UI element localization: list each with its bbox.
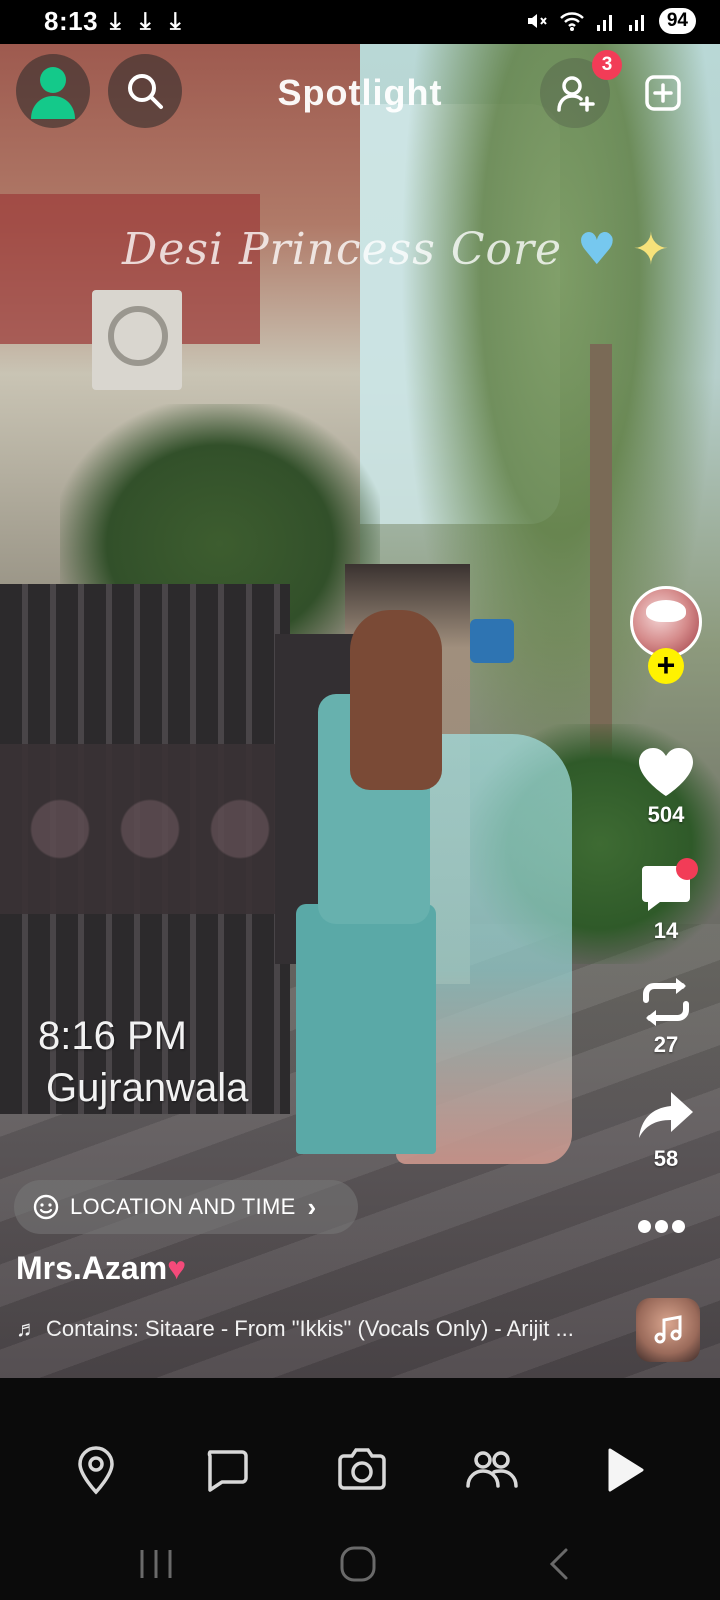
spotlight-video[interactable]: Desi Princess Core ♥ ✦ 8:16 PM Gujranwal…	[0, 44, 720, 1378]
add-square-icon	[645, 75, 681, 111]
comment-button[interactable]: 14	[630, 858, 702, 944]
download-icon: ⤓	[140, 8, 151, 35]
nav-chat[interactable]	[198, 1442, 254, 1498]
dot-icon	[655, 1220, 668, 1233]
add-friend-icon	[557, 76, 595, 112]
location-and-time-chip[interactable]: LOCATION AND TIME ›	[14, 1180, 358, 1234]
sound-thumbnail-button[interactable]	[636, 1298, 700, 1362]
video-planter	[470, 619, 514, 663]
signal-icon	[628, 15, 644, 31]
music-note-icon	[654, 1315, 682, 1344]
back-button[interactable]	[530, 1544, 590, 1584]
nav-stories[interactable]	[464, 1442, 520, 1498]
remix-button[interactable]: 27	[630, 976, 702, 1058]
wifi-icon	[560, 12, 584, 31]
like-button[interactable]: 504	[630, 746, 702, 828]
chat-icon	[207, 1450, 248, 1492]
share-count: 58	[653, 1146, 679, 1171]
mute-icon	[527, 14, 547, 28]
music-text: Contains: Sitaare - From "Ikkis" (Vocals…	[46, 1316, 574, 1341]
notification-badge: 3	[592, 50, 622, 80]
camera-icon	[338, 1448, 386, 1490]
video-woman-hair	[350, 610, 442, 790]
video-overlay-text: Desi Princess Core ♥ ✦	[122, 224, 670, 275]
music-note-icon: ♬	[16, 1316, 38, 1341]
follow-button[interactable]: +	[648, 648, 684, 684]
creator-username[interactable]: Mrs.Azam♥	[16, 1250, 186, 1287]
share-arrow-icon	[639, 1092, 693, 1138]
home-icon	[340, 1546, 376, 1582]
dot-icon	[638, 1220, 651, 1233]
recent-apps-icon	[140, 1550, 172, 1578]
bottom-navigation	[0, 1378, 720, 1528]
overlay-title-text: Desi Princess Core	[122, 224, 563, 275]
download-icon: ⤓	[170, 8, 181, 35]
blue-heart-icon: ♥	[577, 224, 618, 275]
system-navigation-bar	[0, 1528, 720, 1600]
nav-spotlight[interactable]	[596, 1442, 652, 1498]
dot-icon	[672, 1220, 685, 1233]
back-icon	[549, 1548, 568, 1580]
home-button[interactable]	[328, 1544, 388, 1584]
comment-unread-dot	[676, 858, 698, 880]
recent-apps-button[interactable]	[126, 1544, 186, 1584]
share-button[interactable]: 58	[630, 1090, 702, 1172]
spotlight-play-icon	[608, 1448, 644, 1492]
remix-icon	[643, 978, 689, 1026]
sticker-smile-icon	[33, 1194, 59, 1220]
status-icons: 94	[525, 8, 696, 34]
signal-icon	[596, 15, 612, 31]
create-button[interactable]	[628, 58, 698, 128]
status-time: 8:13	[44, 6, 99, 36]
creator-avatar-bow	[646, 600, 686, 622]
like-count: 504	[647, 802, 685, 827]
more-options-button[interactable]	[636, 1220, 696, 1250]
video-ac-fan	[108, 306, 168, 366]
nav-camera[interactable]	[334, 1442, 390, 1498]
remix-count: 27	[653, 1032, 679, 1057]
stories-icon	[466, 1451, 518, 1488]
top-bar: Spotlight 3	[0, 44, 720, 140]
location-stamp-city: Gujranwala	[46, 1066, 249, 1110]
nav-map[interactable]	[68, 1442, 124, 1498]
location-stamp-time: 8:16 PM	[38, 1014, 187, 1058]
chevron-right-icon: ›	[307, 1191, 317, 1222]
pink-heart-icon: ♥	[167, 1250, 187, 1286]
download-icon: ⤓	[110, 8, 121, 35]
sparkle-icon: ✦	[632, 224, 671, 275]
video-woman-skirt	[296, 904, 436, 1154]
heart-icon	[639, 748, 693, 796]
status-bar: 8:13 ⤓ ⤓ ⤓ 94	[0, 0, 720, 44]
location-chip-label: LOCATION AND TIME	[70, 1194, 296, 1219]
video-gate-panel	[0, 744, 280, 914]
comment-count: 14	[653, 918, 679, 943]
username-text: Mrs.Azam	[16, 1250, 168, 1286]
music-info[interactable]: ♬ Contains: Sitaare - From "Ikkis" (Vocal…	[16, 1316, 616, 1342]
battery-level: 94	[658, 8, 696, 34]
map-pin-icon	[78, 1446, 114, 1495]
